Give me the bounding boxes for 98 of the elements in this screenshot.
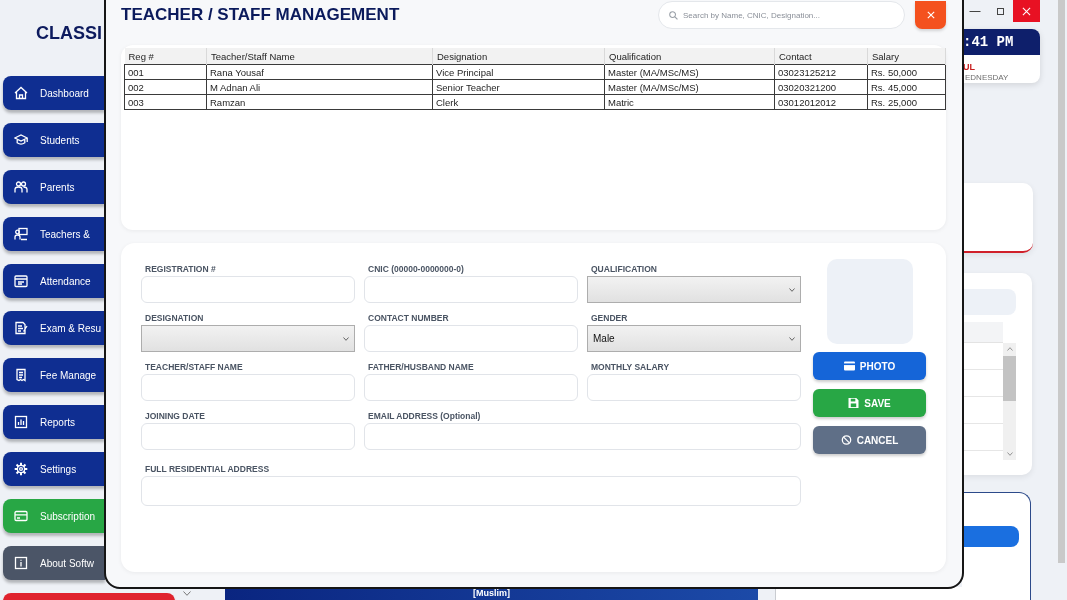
- field-label: MONTHLY SALARY: [590, 362, 670, 372]
- field-label: QUALIFICATION: [590, 264, 657, 274]
- input-field[interactable]: [364, 374, 578, 401]
- search-field[interactable]: Search by Name, CNIC, Designation...: [658, 1, 905, 29]
- table-cell: 001: [124, 64, 207, 80]
- people-icon: [14, 180, 28, 194]
- input-field[interactable]: [364, 423, 801, 450]
- caret-icon: [183, 591, 191, 596]
- field-label: CNIC (00000-0000000-0): [367, 264, 464, 274]
- scrollbar[interactable]: [1058, 0, 1065, 563]
- dropdown[interactable]: [141, 325, 355, 352]
- sidebar-button[interactable]: About Softw: [3, 546, 105, 580]
- column-header[interactable]: Designation: [432, 48, 605, 65]
- caret-icon: [789, 287, 795, 292]
- table-cell: 03020321200: [774, 79, 868, 95]
- field-label: CONTACT NUMBER: [367, 313, 449, 323]
- document-icon: [14, 321, 28, 335]
- bar-chart-icon: [14, 415, 28, 429]
- graduation-cap-icon: [14, 133, 28, 147]
- scrollbar[interactable]: [1003, 343, 1016, 460]
- sidebar-button[interactable]: Parents: [3, 170, 105, 204]
- sidebar-button[interactable]: Settings: [3, 452, 105, 486]
- field-label: TEACHER/STAFF NAME: [144, 362, 243, 372]
- teacher-icon: [14, 227, 28, 241]
- input-field[interactable]: [141, 423, 355, 450]
- input-field[interactable]: [141, 476, 801, 506]
- clock-weekday: EDNESDAY: [964, 73, 1009, 82]
- caret-icon: [789, 336, 795, 341]
- calendar-icon: [14, 274, 28, 288]
- sidebar-button[interactable]: Teachers &: [3, 217, 105, 251]
- input-field[interactable]: [962, 289, 1016, 315]
- sidebar-button[interactable]: Students: [3, 123, 105, 157]
- window-close-button[interactable]: [1013, 0, 1040, 22]
- table-cell: 003: [124, 94, 207, 110]
- table-cell: Matric: [604, 94, 775, 110]
- column-header[interactable]: Qualification: [604, 48, 775, 65]
- receipt-icon: [14, 368, 28, 382]
- sidebar-button[interactable]: Fee Manage: [3, 358, 105, 392]
- input-field[interactable]: [141, 276, 355, 303]
- table-cell: Rana Yousaf: [206, 64, 433, 80]
- field-label: FATHER/HUSBAND NAME: [367, 362, 474, 372]
- sidebar-button[interactable]: Dashboard: [3, 76, 105, 110]
- close-icon: [1022, 6, 1031, 16]
- settings-icon: [14, 462, 28, 476]
- column-header[interactable]: Reg #: [124, 48, 207, 65]
- app-title: CLASSI: [36, 22, 103, 45]
- card-icon: [14, 509, 28, 523]
- table-cell: Master (MA/MSc/MS): [604, 79, 775, 95]
- table-cell: 03023125212: [774, 64, 868, 80]
- table-cell: 002: [124, 79, 207, 95]
- input-field[interactable]: [141, 374, 355, 401]
- field-label: REGISTRATION #: [144, 264, 216, 274]
- field-label: DESIGNATION: [144, 313, 204, 323]
- field-label: GENDER: [590, 313, 628, 323]
- clock-month: UL: [962, 62, 975, 72]
- table-cell: Master (MA/MSc/MS): [604, 64, 775, 80]
- caret-icon: [343, 336, 349, 341]
- input-field[interactable]: [364, 276, 578, 303]
- cancel-button[interactable]: CANCEL: [813, 426, 926, 454]
- input-field[interactable]: [364, 325, 578, 352]
- field-label: EMAIL ADDRESS (Optional): [367, 411, 481, 421]
- table-cell: Senior Teacher: [432, 79, 605, 95]
- info-icon: [14, 556, 28, 570]
- table-cell: 03012012012: [774, 94, 868, 110]
- maximize-icon[interactable]: [997, 7, 1004, 15]
- dialog-title: TEACHER / STAFF MANAGEMENT: [121, 5, 401, 25]
- scrollbar-thumb[interactable]: [1003, 356, 1016, 401]
- table-cell: Vice Principal: [432, 64, 605, 80]
- sidebar-button[interactable]: Reports: [3, 405, 105, 439]
- sidebar-button[interactable]: Exam & Resu: [3, 311, 105, 345]
- input-field[interactable]: [587, 374, 801, 401]
- table-cell: Rs. 25,000: [867, 94, 946, 110]
- close-button[interactable]: [915, 1, 946, 29]
- action-button[interactable]: [962, 526, 1019, 547]
- table-cell: M Adnan Ali: [206, 79, 433, 95]
- clock-time: :41 PM: [962, 29, 1040, 55]
- caret-up-icon[interactable]: [1006, 347, 1013, 351]
- ban-icon: [840, 435, 852, 445]
- dropdown[interactable]: Male: [587, 325, 801, 352]
- column-header[interactable]: Salary: [867, 48, 946, 65]
- table-cell: Rs. 45,000: [867, 79, 946, 95]
- sidebar-button[interactable]: Attendance: [3, 264, 105, 298]
- table-cell: Clerk: [432, 94, 605, 110]
- minimize-icon[interactable]: [969, 10, 981, 12]
- photo-button[interactable]: PHOTO: [813, 352, 926, 380]
- field-label: FULL RESIDENTIAL ADDRESS: [144, 464, 270, 474]
- dropdown[interactable]: [587, 276, 801, 303]
- caret-down-icon[interactable]: [1006, 452, 1013, 456]
- field-label: JOINING DATE: [144, 411, 205, 421]
- table-cell: Rs. 50,000: [867, 64, 946, 80]
- home-icon: [14, 86, 28, 100]
- save-icon: [848, 398, 860, 408]
- column-header[interactable]: Contact: [774, 48, 868, 65]
- close-icon: [926, 11, 935, 19]
- column-header[interactable]: Teacher/Staff Name: [206, 48, 433, 65]
- search-icon: [669, 11, 678, 20]
- table-cell: Ramzan: [206, 94, 433, 110]
- card-icon: [843, 361, 855, 371]
